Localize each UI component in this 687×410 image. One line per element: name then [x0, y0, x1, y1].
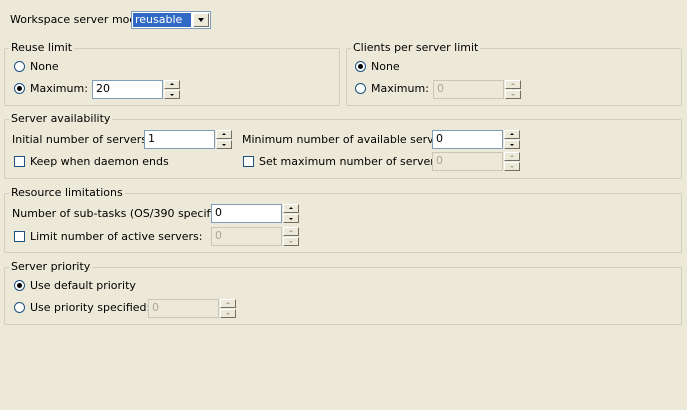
limit-active-servers-checkbox[interactable] [14, 231, 25, 242]
keep-when-daemon-ends-label: Keep when daemon ends [30, 155, 169, 168]
reuse-limit-maximum-label: Maximum: [30, 82, 88, 95]
initial-servers-input[interactable]: 1 [144, 130, 215, 149]
sub-tasks-label: Number of sub-tasks (OS/390 specific): [12, 207, 228, 220]
spin-up-icon[interactable] [283, 204, 299, 213]
spin-up-icon[interactable] [504, 130, 520, 139]
limit-active-servers-label: Limit number of active servers: [30, 230, 203, 243]
reuse-limit-maximum-radio[interactable] [14, 83, 25, 94]
resource-limitations-title: Resource limitations [11, 186, 123, 199]
spin-down-icon[interactable] [283, 237, 299, 246]
specified-priority-input[interactable]: 0 [148, 299, 219, 318]
sub-tasks-input[interactable]: 0 [211, 204, 282, 223]
server-priority-group: Server priority [4, 261, 682, 325]
server-priority-title: Server priority [11, 260, 91, 273]
clients-limit-none-radio[interactable] [355, 61, 366, 72]
clients-limit-maximum-spinner[interactable]: 0 [433, 80, 521, 99]
clients-limit-maximum-radio[interactable] [355, 83, 366, 94]
min-available-servers-label: Minimum number of available servers: [242, 133, 455, 146]
reuse-limit-maximum-input[interactable]: 20 [92, 80, 163, 99]
workspace-server-mode-select[interactable]: reusable [131, 11, 211, 29]
min-available-servers-input[interactable]: 0 [432, 130, 503, 149]
reuse-limit-maximum-spinner[interactable]: 20 [92, 80, 180, 99]
spin-up-icon[interactable] [505, 80, 521, 89]
set-max-servers-checkbox[interactable] [243, 156, 254, 167]
min-available-servers-spinner[interactable]: 0 [432, 130, 520, 149]
initial-servers-spinner[interactable]: 1 [144, 130, 232, 149]
spin-down-icon[interactable] [164, 90, 180, 99]
specified-priority-spinner[interactable]: 0 [148, 299, 236, 318]
clients-limit-maximum-label: Maximum: [371, 82, 429, 95]
max-servers-input[interactable]: 0 [432, 152, 503, 171]
chevron-down-icon[interactable] [193, 13, 209, 27]
spin-down-icon[interactable] [283, 214, 299, 223]
default-priority-radio[interactable] [14, 280, 25, 291]
clients-limit-maximum-input[interactable]: 0 [433, 80, 504, 99]
default-priority-label: Use default priority [30, 279, 136, 292]
specified-priority-radio[interactable] [14, 302, 25, 313]
reuse-limit-none-label: None [30, 60, 59, 73]
reuse-limit-title: Reuse limit [11, 41, 73, 54]
spin-down-icon[interactable] [504, 162, 520, 171]
spin-down-icon[interactable] [216, 140, 232, 149]
workspace-server-mode-label: Workspace server mode [10, 13, 144, 26]
keep-when-daemon-ends-checkbox[interactable] [14, 156, 25, 167]
limit-active-servers-spinner[interactable]: 0 [211, 227, 299, 246]
limit-active-servers-input[interactable]: 0 [211, 227, 282, 246]
spin-up-icon[interactable] [283, 227, 299, 236]
spin-down-icon[interactable] [504, 140, 520, 149]
max-servers-spinner[interactable]: 0 [432, 152, 520, 171]
specified-priority-label: Use priority specified: [30, 301, 151, 314]
workspace-server-mode-value: reusable [133, 13, 191, 27]
server-availability-title: Server availability [11, 112, 111, 125]
spin-up-icon[interactable] [164, 80, 180, 89]
spin-down-icon[interactable] [220, 309, 236, 318]
set-max-servers-label: Set maximum number of servers: [259, 155, 445, 168]
clients-limit-title: Clients per server limit [353, 41, 479, 54]
sub-tasks-spinner[interactable]: 0 [211, 204, 299, 223]
spin-up-icon[interactable] [220, 299, 236, 308]
spin-up-icon[interactable] [504, 152, 520, 161]
initial-servers-label: Initial number of servers: [12, 133, 151, 146]
reuse-limit-none-radio[interactable] [14, 61, 25, 72]
spin-down-icon[interactable] [505, 90, 521, 99]
spin-up-icon[interactable] [216, 130, 232, 139]
clients-limit-none-label: None [371, 60, 400, 73]
